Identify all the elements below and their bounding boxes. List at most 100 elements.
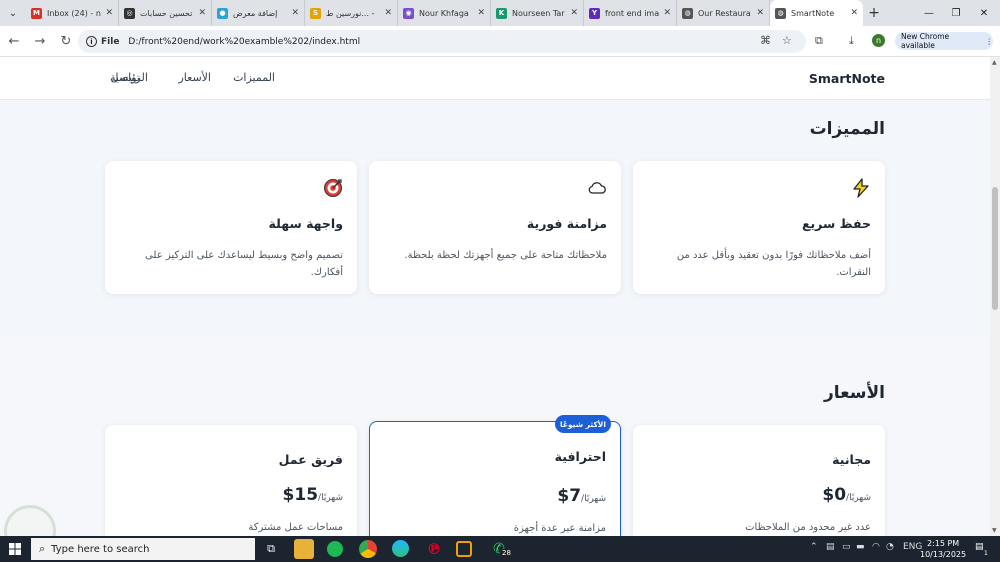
feature-card: مزامنة فورية ملاحظاتك متاحة على جميع أجه… <box>369 161 621 294</box>
browser-tab[interactable]: K Nourseen Tar ✕ <box>491 0 584 26</box>
browser-tab-strip: ⌄ M Inbox (24) - n ✕ ◎ تحسين حسابات ✕ ● إضافة م… <box>0 0 1000 26</box>
tab-label: SmartNote <box>791 8 835 18</box>
minimize-icon[interactable]: — <box>915 0 943 26</box>
notification-icon[interactable]: ▤ <box>975 542 984 552</box>
tray-app-icon[interactable]: ▭ <box>842 542 851 552</box>
feature-description: ملاحظاتك متاحة على جميع أجهزتك لحظة بلحظ… <box>404 250 607 261</box>
site-info-icon[interactable]: i <box>86 36 97 47</box>
plan-price: $0/شهريًا <box>822 485 871 505</box>
feature-card: حفظ سريع أضف ملاحظاتك فورًا بدون تعقيد و… <box>633 161 885 294</box>
lightning-icon <box>853 178 869 198</box>
more-menu-icon[interactable]: ⋮ <box>986 37 994 46</box>
tab-favicon-icon: ◍ <box>775 7 786 19</box>
taskbar-clock[interactable]: 2:15 PM 10/13/2025 <box>920 538 966 560</box>
profile-avatar[interactable]: n <box>872 34 885 47</box>
url-text[interactable]: D:/front%20end/work%20examble%202/index.… <box>128 37 360 47</box>
scroll-thumb[interactable] <box>992 187 998 310</box>
plan-amount: $15 <box>282 485 319 505</box>
update-chrome-button[interactable]: New Chrome available ⋮ <box>895 32 993 50</box>
tab-close-icon[interactable]: ✕ <box>384 8 392 18</box>
address-bar[interactable]: i File D:/front%20end/work%20examble%202… <box>78 30 806 53</box>
browser-tab[interactable]: S نورسين ط... - ✕ <box>305 0 398 26</box>
task-view-icon[interactable]: ⧉ <box>261 539 281 559</box>
new-tab-button[interactable]: + <box>863 0 885 26</box>
edge-icon[interactable] <box>392 540 409 557</box>
tab-close-icon[interactable]: ✕ <box>291 8 299 18</box>
pinterest-icon[interactable]: ℗ <box>424 539 444 559</box>
clock-time: 2:15 PM <box>926 539 960 548</box>
tab-label: Nour Khfaga <box>419 8 469 18</box>
browser-tab[interactable]: ◍ Our Restaura ✕ <box>677 0 770 26</box>
reload-icon[interactable]: ↻ <box>54 29 78 53</box>
plan-price: $15/شهريًا <box>283 485 343 505</box>
app-icon[interactable] <box>456 541 472 557</box>
battery-icon[interactable]: ▬ <box>856 542 865 552</box>
tab-list: M Inbox (24) - n ✕ ◎ تحسين حسابات ✕ ● إضافة معر… <box>26 0 863 26</box>
target-icon <box>324 179 342 197</box>
tab-close-icon[interactable]: ✕ <box>570 8 578 18</box>
maximize-icon[interactable]: ❐ <box>942 0 970 26</box>
tab-favicon-icon: K <box>496 7 507 19</box>
feature-title: مزامنة فورية <box>526 216 607 231</box>
tray-app-icon[interactable]: ▤ <box>826 542 835 552</box>
site-navbar: SmartNote الرئيسية المميزات الأسعار تواص… <box>0 57 990 100</box>
tab-search-icon[interactable]: ⌄ <box>0 0 26 26</box>
scroll-down-icon[interactable]: ▼ <box>992 527 997 534</box>
browser-tab[interactable]: ◍ SmartNote ✕ <box>770 0 863 26</box>
browser-tab[interactable]: Yfront end ima ✕ <box>584 0 677 26</box>
browser-tab[interactable]: M Inbox (24) - n ✕ <box>26 0 119 26</box>
bookmark-star-icon[interactable]: ☆ <box>782 34 792 47</box>
site-brand[interactable]: SmartNote <box>809 71 885 86</box>
wifi-icon[interactable]: ◠ <box>872 542 880 552</box>
plan-period: /شهريًا <box>846 493 871 503</box>
chrome-icon[interactable] <box>359 540 377 558</box>
feature-title: حفظ سريع <box>801 216 871 231</box>
tab-close-icon[interactable]: ✕ <box>756 8 764 18</box>
volume-icon[interactable]: ◔ <box>886 542 894 552</box>
tab-close-icon[interactable]: ✕ <box>477 8 485 18</box>
tab-close-icon[interactable]: ✕ <box>198 8 206 18</box>
browser-tab[interactable]: ◎ تحسين حسابات ✕ <box>119 0 212 26</box>
browser-tab[interactable]: ● إضافة معرض ✕ <box>212 0 305 26</box>
tab-label: نورسين ط... - <box>326 8 375 18</box>
close-window-icon[interactable]: ✕ <box>970 0 998 26</box>
tab-label: Nourseen Tar <box>512 8 565 18</box>
back-icon[interactable]: ← <box>2 29 26 53</box>
tab-favicon-icon: ◍ <box>682 7 693 19</box>
page-scrollbar[interactable]: ▲ ▼ <box>990 57 1000 536</box>
taskbar-search-placeholder: Type here to search <box>51 543 150 555</box>
tab-close-icon[interactable]: ✕ <box>850 8 858 18</box>
browser-tab[interactable]: ◉ Nour Khfaga ✕ <box>398 0 491 26</box>
tab-label: Inbox (24) - n <box>47 8 101 18</box>
translate-icon[interactable]: ⌘ <box>760 34 771 47</box>
nav-link-features[interactable]: المميزات <box>215 71 275 84</box>
popular-badge: الأكثر شيوعًا <box>555 415 611 433</box>
feature-description: أضف ملاحظاتك فورًا بدون تعقيد وبأقل عدد … <box>676 250 871 278</box>
tab-favicon-icon: ● <box>217 7 228 19</box>
whatsapp-badge: 28 <box>500 549 513 557</box>
cloud-icon <box>588 182 606 194</box>
nav-link-pricing[interactable]: الأسعار <box>161 71 211 84</box>
tab-label: تحسين حسابات <box>140 8 193 18</box>
windows-start-icon[interactable] <box>0 536 30 562</box>
download-icon[interactable]: ⤓ <box>849 34 854 48</box>
file-explorer-icon[interactable] <box>294 539 314 559</box>
tab-close-icon[interactable]: ✕ <box>105 8 113 18</box>
search-icon: ⌕ <box>39 542 46 555</box>
tray-chevron-icon[interactable]: ⌃ <box>810 542 818 552</box>
extensions-icon[interactable]: ⧉ <box>815 34 823 48</box>
taskbar-search[interactable]: ⌕ Type here to search <box>31 538 255 560</box>
nav-link-contact[interactable]: تواصل <box>110 71 140 84</box>
scroll-up-icon[interactable]: ▲ <box>992 59 997 66</box>
page-viewport: SmartNote الرئيسية المميزات الأسعار تواص… <box>0 57 990 536</box>
plan-amount: $0 <box>822 485 847 505</box>
spotify-icon[interactable] <box>327 541 343 557</box>
tab-favicon-icon: Y <box>589 7 600 19</box>
tab-favicon-icon: S <box>310 7 321 19</box>
plan-feature: مزامنة عبر عدة أجهزة <box>513 523 606 534</box>
forward-icon[interactable]: → <box>28 29 52 53</box>
plan-feature: مساحات عمل مشتركة <box>248 522 343 533</box>
tab-favicon-icon: ◎ <box>124 7 135 19</box>
pricing-card-featured: احترافية $7/شهريًا مزامنة عبر عدة أجهزة <box>369 421 621 536</box>
tab-close-icon[interactable]: ✕ <box>663 8 671 18</box>
